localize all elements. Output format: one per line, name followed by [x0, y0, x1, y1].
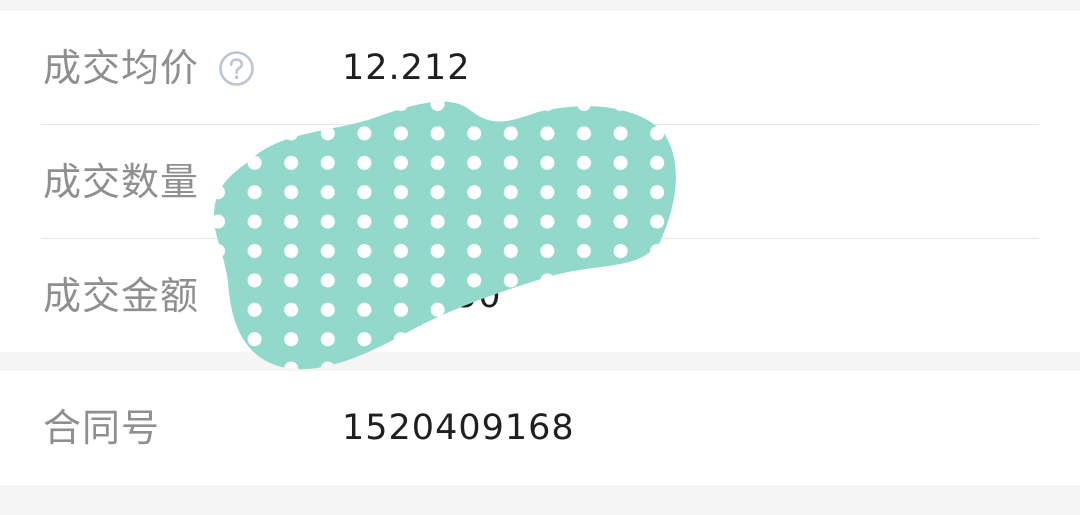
amount-value-partial: 50	[455, 276, 502, 316]
quantity-row: 成交数量	[0, 125, 1080, 239]
avg-price-label: 成交均价	[43, 46, 200, 90]
contract-value: 1520409168	[342, 408, 575, 448]
quantity-label: 成交数量	[43, 160, 200, 204]
order-detail-page: 成交均价 12.212 成交数量 成交金额 50 合同号 1520409168	[0, 0, 1080, 515]
contract-row: 合同号 1520409168	[0, 371, 1080, 485]
avg-price-row: 成交均价 12.212	[0, 11, 1080, 125]
trade-info-card: 成交均价 12.212 成交数量 成交金额 50	[0, 11, 1080, 352]
avg-price-value: 12.212	[342, 48, 471, 88]
amount-row: 成交金额 50	[0, 239, 1080, 353]
contract-card: 合同号 1520409168	[0, 371, 1080, 485]
contract-label: 合同号	[43, 406, 161, 450]
amount-label: 成交金额	[43, 274, 200, 318]
question-circle-icon[interactable]	[218, 50, 255, 87]
